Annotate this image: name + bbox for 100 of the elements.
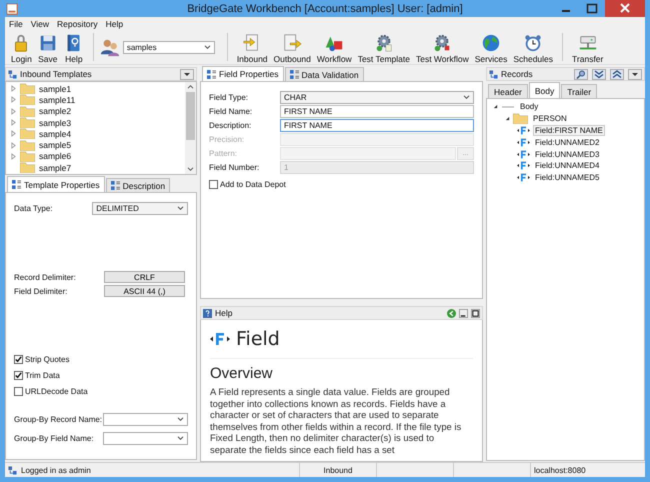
globe-icon [481,33,502,53]
menu-item[interactable]: Repository [56,18,98,28]
field-label: Group-By Record Name: [14,415,104,424]
template-name: sample4 [39,128,72,139]
toolbar-button[interactable]: Save [34,30,61,64]
chevron-up-icon[interactable] [187,84,194,89]
help-paragraph: A Field represents a single data value. Fields are grouped together into collections known as records. Fields have a character or set of characters that are used to separate themselves from other fields within a record. If the file type is Fixed Length, then no delimiter character(s) is used to separate the fields since each field has a set [210,386,462,456]
field-label: Pattern: [209,148,238,158]
tree-item[interactable]: PERSON [531,113,569,124]
status-text: Logged in as admin [21,466,91,474]
chevron-down-icon [177,436,184,441]
template-item[interactable]: sample5 [6,139,185,151]
field-icon [517,173,530,182]
expander-icon[interactable] [505,116,510,122]
field-label: Field Delimiter: [14,286,68,296]
toolbar-button[interactable]: Services [472,30,510,64]
template-item[interactable]: sample6 [6,150,185,162]
checkbox-option[interactable]: Strip Quotes [14,355,188,364]
field-type-dropdown[interactable]: CHAR [280,90,474,104]
field-label: Description: [209,120,252,130]
field-delimiter-button[interactable]: ASCII 44 (,) [104,285,185,297]
data-type-dropdown[interactable]: DELIMITED [92,202,188,215]
toolbar-button[interactable]: Transfer [569,30,606,64]
checkbox-option[interactable]: URLDecode Data [14,387,188,396]
tree-item[interactable]: Field:UNNAMED3 [533,148,602,160]
tree-node-icon [489,70,498,78]
scrollbar[interactable] [185,82,196,174]
checkbox-icon[interactable] [209,180,218,189]
tree-item[interactable]: Field:UNNAMED2 [533,136,602,148]
tree-node-icon [8,466,17,474]
checked-checkbox-icon[interactable] [14,371,23,380]
template-name: sample3 [39,118,72,128]
tab[interactable]: Field Properties [202,66,284,81]
template-name: sample7 [39,162,72,173]
tab[interactable]: Data Validation [284,67,364,81]
template-item[interactable]: sample2 [6,106,185,117]
menu-item[interactable]: File [9,18,23,28]
checkbox-option[interactable]: Trim Data [14,371,188,380]
properties-icon [207,70,216,78]
back-button[interactable] [447,308,456,318]
tab[interactable]: Description [106,178,170,192]
gear-icon [432,33,452,53]
close-button[interactable] [605,0,645,17]
field-label: Field Number: [209,162,260,172]
folder-icon [20,106,35,117]
folder-icon [20,94,35,106]
menu-item[interactable]: View [30,18,49,28]
account-dropdown[interactable]: samples [122,40,215,54]
maximize-button[interactable] [471,308,480,318]
status-text: localhost:8080 [533,464,587,476]
folder-icon [20,117,35,128]
dropdown-button[interactable] [180,68,194,80]
tree-item[interactable]: Field:UNNAMED4 [533,160,602,172]
expander-icon[interactable] [493,104,498,110]
toolbar-button[interactable]: Login [8,30,35,64]
template-name: sample2 [39,106,72,116]
tab[interactable]: Trailer [561,84,598,98]
toolbar-button[interactable]: Test Workflow [412,30,472,64]
checkbox-icon[interactable] [14,387,23,396]
record-delimiter-button[interactable]: CRLF [104,271,185,283]
tab[interactable]: Body [528,82,560,98]
collapse-all-button[interactable] [610,68,624,80]
template-item[interactable]: sample3 [6,116,185,128]
chevron-down-icon[interactable] [187,167,194,172]
toolbar-button[interactable]: Outbound [270,30,314,64]
tree-item[interactable]: Body [518,101,540,112]
template-item[interactable]: sample7 [6,162,185,174]
template-item[interactable]: sample1 [6,83,185,94]
field-icon [517,126,530,135]
section-heading: Overview [210,365,274,383]
toolbar-button[interactable]: Help [60,30,87,64]
template-item[interactable]: sample4 [6,128,185,140]
toolbar-button[interactable]: Inbound [234,30,271,64]
search-button[interactable] [574,68,588,80]
chevron-down-icon [463,94,470,100]
chevron-down-icon [204,44,211,50]
toolbar-button[interactable]: Test Template [354,30,413,64]
field-label: Field Type: [209,92,249,102]
folder-icon [20,83,35,94]
tab[interactable]: Template Properties [7,176,105,192]
tree-item[interactable]: Field:FIRST NAME [533,124,605,136]
input-field[interactable]: FIRST NAME [280,104,474,118]
input-field[interactable]: FIRST NAME [280,118,474,132]
panel-title: Records [501,69,533,79]
minimize-button[interactable] [459,308,468,318]
tree-item[interactable]: Field:UNNAMED5 [533,172,602,184]
document-arrow-icon [282,33,302,53]
properties-icon [290,70,299,79]
panel-title: Help [215,308,232,318]
expand-all-button[interactable] [592,68,606,80]
folder-icon [20,128,35,140]
checkbox-option[interactable]: Add to Data Depot [209,180,474,189]
help-heading: Field [236,328,280,350]
toolbar-button[interactable]: Workflow [314,30,355,64]
checked-checkbox-icon[interactable] [14,355,23,364]
template-item[interactable]: sample11 [6,94,185,106]
toolbar-button[interactable]: Schedules [510,30,556,64]
dropdown-button[interactable] [628,68,642,80]
tab[interactable]: Header [488,84,528,98]
menu-item[interactable]: Help [106,18,124,28]
